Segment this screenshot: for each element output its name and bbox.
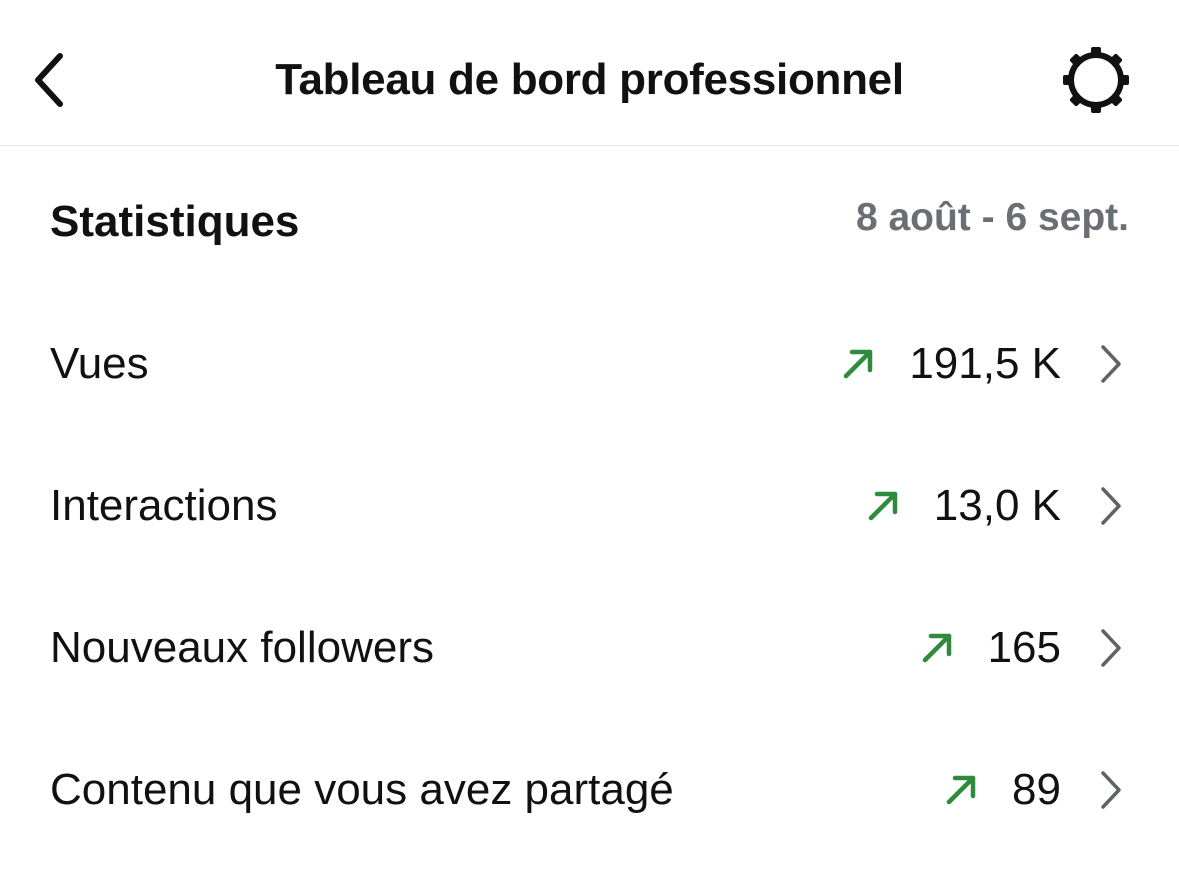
section-title: Statistiques: [50, 197, 300, 246]
page-title: Tableau de bord professionnel: [275, 55, 904, 104]
stat-value: 191,5 K: [909, 339, 1061, 388]
settings-button[interactable]: [1054, 42, 1138, 118]
stat-value: 89: [1012, 765, 1061, 814]
trend-up-icon: [837, 343, 879, 385]
stat-right: 165: [916, 618, 1129, 678]
trend-up-icon: [940, 769, 982, 811]
stat-value: 13,0 K: [933, 481, 1061, 530]
stat-label: Vues: [50, 339, 149, 388]
chevron-right-icon: [1097, 626, 1125, 670]
stat-row-new-followers[interactable]: Nouveaux followers 165: [50, 598, 1129, 698]
date-range: 8 août - 6 sept.: [855, 196, 1129, 239]
stat-right: 13,0 K: [862, 476, 1129, 536]
stats-section-header: Statistiques 8 août - 6 sept.: [50, 190, 1129, 254]
stat-value: 165: [987, 623, 1061, 672]
stat-label: Contenu que vous avez partagé: [50, 765, 674, 814]
gear-icon: [1063, 47, 1129, 113]
stat-row-interactions[interactable]: Interactions 13,0 K: [50, 456, 1129, 556]
stat-row-shared-content[interactable]: Contenu que vous avez partagé 89: [50, 740, 1129, 840]
stat-label: Interactions: [50, 481, 278, 530]
stat-row-vues[interactable]: Vues 191,5 K: [50, 314, 1129, 414]
chevron-right-icon: [1097, 768, 1125, 812]
trend-up-icon: [916, 627, 958, 669]
chevron-right-icon: [1097, 484, 1125, 528]
stat-label: Nouveaux followers: [50, 623, 434, 672]
top-bar: Tableau de bord professionnel: [0, 0, 1179, 146]
trend-up-icon: [862, 485, 904, 527]
chevron-right-icon: [1097, 342, 1125, 386]
pro-dashboard-screen: Tableau de bord professionnel Statistiqu…: [0, 0, 1179, 893]
stat-right: 191,5 K: [837, 334, 1129, 394]
stat-right: 89: [940, 760, 1129, 820]
